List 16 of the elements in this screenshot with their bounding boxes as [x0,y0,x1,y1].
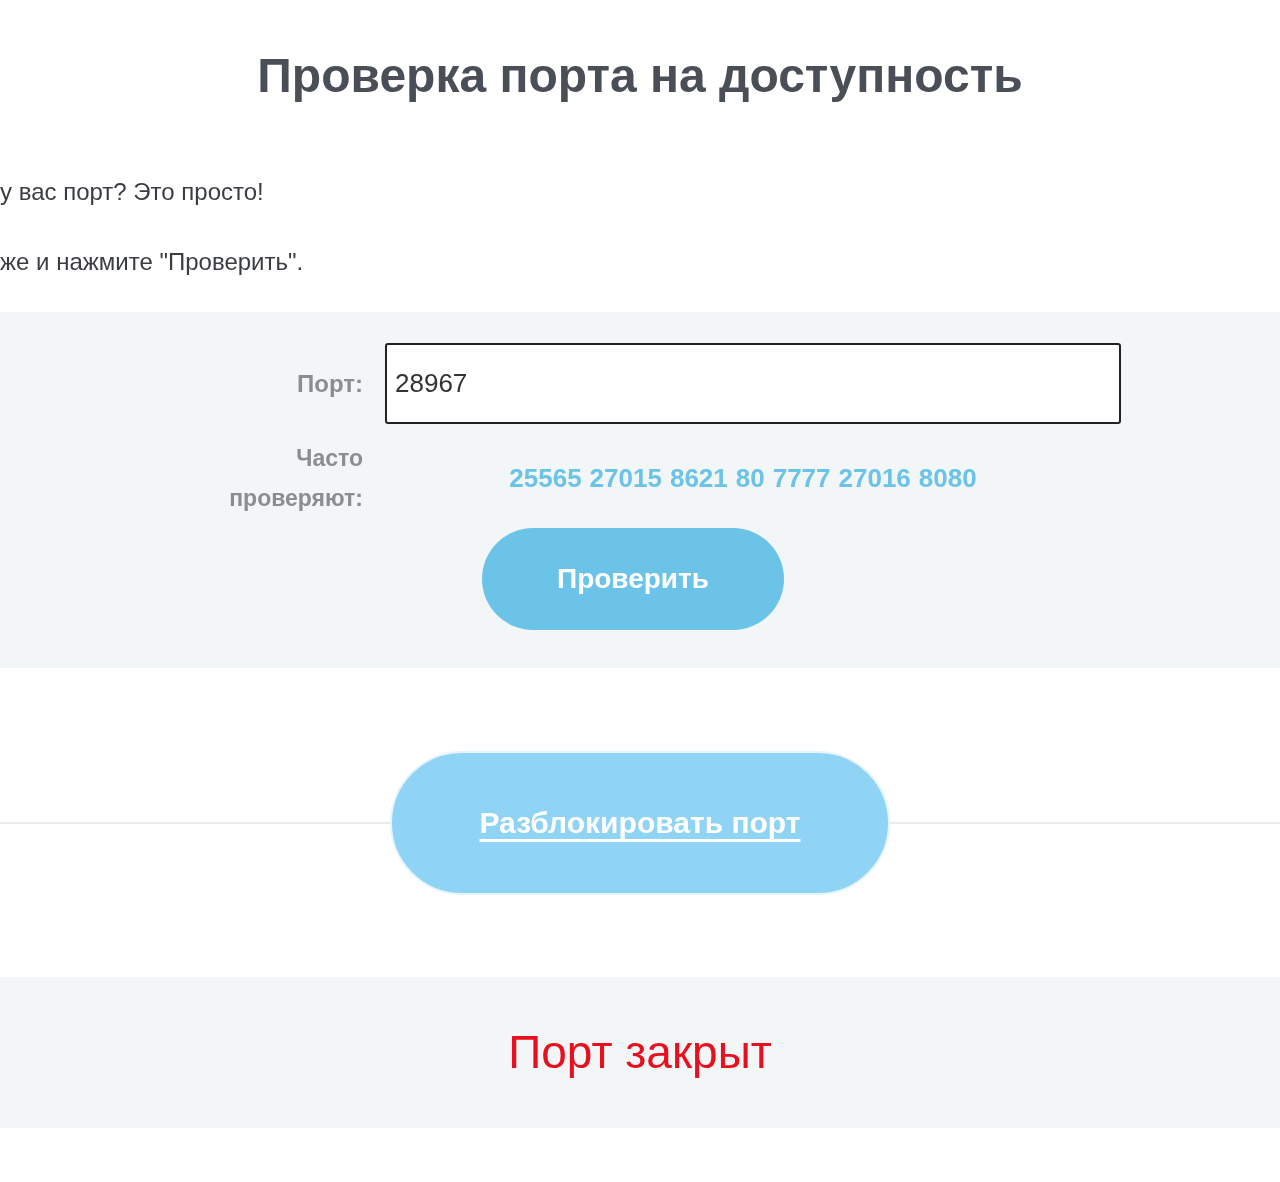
page-title: Проверка порта на доступность [257,48,1023,104]
popular-label: Часто проверяют: [228,444,364,513]
port-input[interactable]: 28967 [385,343,1121,424]
port-link[interactable]: 27015 [589,458,662,498]
port-link[interactable]: 8621 [669,458,728,498]
unblock-button[interactable]: Разблокировать порт [390,750,890,895]
intro-text: же и нажмите "Проверить". [0,250,305,274]
check-button[interactable]: Проверить [482,528,784,630]
port-link[interactable]: 8080 [918,458,977,498]
port-link[interactable]: 80 [735,458,765,498]
port-link[interactable]: 27016 [838,458,911,498]
port-label: Порт: [296,368,364,399]
status-text: Порт закрыт [508,1025,772,1080]
intro-text: у вас порт? Это просто! [0,180,265,204]
port-link[interactable]: 25565 [509,458,582,498]
port-link[interactable]: 7777 [772,458,831,498]
